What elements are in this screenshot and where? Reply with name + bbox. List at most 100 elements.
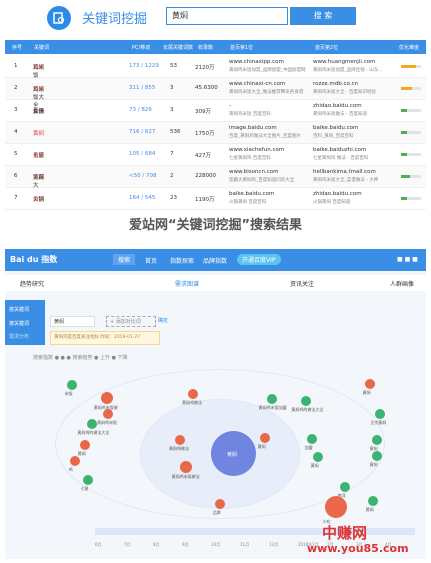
long-tail-count: 53 <box>170 63 177 69</box>
nav-brand[interactable]: 品牌指数 <box>203 256 227 265</box>
demand-node[interactable] <box>267 394 277 404</box>
node-label: 加盟 <box>304 445 313 450</box>
second-url[interactable]: zhidao.baidu.com <box>313 191 362 197</box>
first-url[interactable]: baike.baidu.com <box>229 191 274 197</box>
pc-mobile[interactable]: 73 / 826 <box>129 107 152 113</box>
keyword-link[interactable]: 黄焖 鸡米饭大全 <box>33 85 44 109</box>
pc-mobile[interactable]: 105 / 684 <box>129 151 155 157</box>
difficulty-bar <box>401 87 421 90</box>
side-item[interactable]: 按关键词 <box>9 306 29 313</box>
search-button[interactable]: 搜 索 <box>290 7 356 25</box>
tab-trend[interactable]: 趋势研究 <box>20 279 44 288</box>
side-item[interactable]: 按关键词 <box>9 320 29 327</box>
watermark-url: www.you85.com <box>307 542 409 555</box>
second-url[interactable]: rozze.mdb.co.cn <box>313 81 358 87</box>
table-row: 3 女份 黄焖 炒汤 73 / 826 3 309万 - 黄焖鸡米饭 百度百科 zhidao.ba… <box>5 100 426 122</box>
long-tail-count: 536 <box>170 129 181 135</box>
col-header: 首页第2位 <box>315 45 339 51</box>
first-url[interactable]: - <box>229 103 231 109</box>
row-number: 6 <box>14 173 18 179</box>
tab-demand[interactable]: 需求图谱 <box>175 279 199 288</box>
second-title: 黄焖鸡米饭做法 - 百度知道 <box>313 112 367 117</box>
second-title: 火锅黄焖 百度知道 <box>313 200 351 205</box>
demand-node[interactable] <box>313 452 323 462</box>
baidu-search-button[interactable]: 搜索 <box>113 254 136 265</box>
tab-people[interactable]: 人群画像 <box>390 279 414 288</box>
keyword-link[interactable]: 黄焖 鸡米饭 <box>33 63 44 79</box>
month-label: 6月 <box>95 542 102 547</box>
demand-node[interactable] <box>301 396 311 406</box>
demand-node[interactable] <box>260 433 270 443</box>
demand-node[interactable] <box>368 496 378 506</box>
second-url[interactable]: www.huangmenjii.com <box>313 59 375 65</box>
pc-mobile[interactable]: 164 / 545 <box>129 195 155 201</box>
first-url[interactable]: www.xiachefun.com <box>229 147 284 153</box>
side-item[interactable]: 需求分布 <box>9 333 29 340</box>
col-header: 序号 <box>12 45 23 51</box>
demand-node[interactable] <box>307 434 317 444</box>
nav-home[interactable]: 首页 <box>145 256 157 265</box>
first-url[interactable]: www.chinaxi-cn.com <box>229 81 285 87</box>
first-url[interactable]: www.chinaxipp.com <box>229 59 284 65</box>
demand-node[interactable] <box>372 435 382 445</box>
pc-mobile[interactable]: 716 / 627 <box>129 129 155 135</box>
vip-button[interactable]: 开通百度VIP <box>237 254 281 265</box>
demand-node[interactable] <box>365 379 375 389</box>
demand-node[interactable] <box>175 435 185 445</box>
second-title: 百科_黄焖_百度百科 <box>313 134 354 139</box>
pc-mobile[interactable]: 173 / 1229 <box>129 63 159 69</box>
demand-node[interactable] <box>87 419 97 429</box>
table-row: 4 黄焖 716 / 627 536 1750万 image.baidu.com 百度_黄焖… <box>5 122 426 144</box>
pc-mobile[interactable]: <50 / 708 <box>129 173 156 179</box>
keyword-link[interactable]: 莲藕大 黄焖 <box>33 173 44 189</box>
row-number: 5 <box>14 151 18 157</box>
tab-news[interactable]: 资讯关注 <box>290 279 314 288</box>
search-input[interactable]: 黄焖 <box>166 7 288 25</box>
month-label: 11月 <box>240 542 250 547</box>
demand-node[interactable] <box>372 451 382 461</box>
pc-mobile[interactable]: 311 / 855 <box>129 85 155 91</box>
first-url[interactable]: image.baidu.com <box>229 125 277 131</box>
first-title: 七星黄焖鸡 百度百科 <box>229 156 271 161</box>
second-url[interactable]: zhidao.baidu.com <box>313 103 362 109</box>
row-number: 2 <box>14 85 18 91</box>
demand-node[interactable] <box>80 440 90 450</box>
keyword-link[interactable]: 七星 黄焖 <box>33 151 44 159</box>
demand-node[interactable] <box>188 389 198 399</box>
demand-node[interactable] <box>70 456 80 466</box>
long-tail-count: 23 <box>170 195 177 201</box>
second-url[interactable]: baike.baidu.com <box>313 125 358 131</box>
keyword-link[interactable]: 火锅 黄焖 <box>33 195 44 203</box>
month-label: 10月 <box>211 542 221 547</box>
confirm-button[interactable]: 确定 <box>158 317 168 324</box>
demand-node[interactable] <box>215 499 225 509</box>
month-label: 9月 <box>182 542 189 547</box>
col-header: PC/移动 <box>132 45 151 51</box>
nav-explore[interactable]: 指数探索 <box>170 256 194 265</box>
baidu-logo[interactable]: Bai du 指数 <box>10 254 57 265</box>
add-compare-button[interactable]: + 添加对比词 <box>106 316 156 327</box>
second-url[interactable]: hellbankima.tmall.com <box>313 169 376 175</box>
keyword-link[interactable]: 女份 黄焖 炒汤 <box>33 107 44 115</box>
keyword-input[interactable]: 黄焖 <box>50 316 95 327</box>
demand-node[interactable] <box>375 409 385 419</box>
node-label: 黄焖 <box>257 444 266 449</box>
demand-node[interactable] <box>180 461 192 473</box>
keyword-highlight: 黄焖 <box>33 131 45 137</box>
aizhan-panel: 关键词挖掘 黄焖 搜 索 序号 关键词 PC/移动 长尾关键词数 收录数 首页第… <box>0 0 431 233</box>
first-url[interactable]: www.blsoncn.com <box>229 169 278 175</box>
demand-node[interactable] <box>101 392 113 404</box>
demand-node[interactable] <box>340 482 350 492</box>
user-icon[interactable]: ■ ■ ■ <box>397 256 418 263</box>
demand-node[interactable] <box>67 380 77 390</box>
col-header: 优化难度 <box>399 45 420 51</box>
demand-node[interactable] <box>103 409 113 419</box>
keyword-part: 火锅 <box>33 197 45 203</box>
second-title: 黄焖鸡米饭大全_菜谱做法 - 大神 <box>313 178 379 183</box>
long-tail-count: 3 <box>170 107 174 113</box>
demand-node[interactable] <box>83 475 93 485</box>
second-url[interactable]: baike.baiduzhi.com <box>313 147 366 153</box>
demand-node[interactable] <box>325 496 347 518</box>
keyword-link[interactable]: 黄焖 <box>33 129 44 137</box>
node-label: 黄焖鸡米饭加盟 <box>258 405 287 410</box>
